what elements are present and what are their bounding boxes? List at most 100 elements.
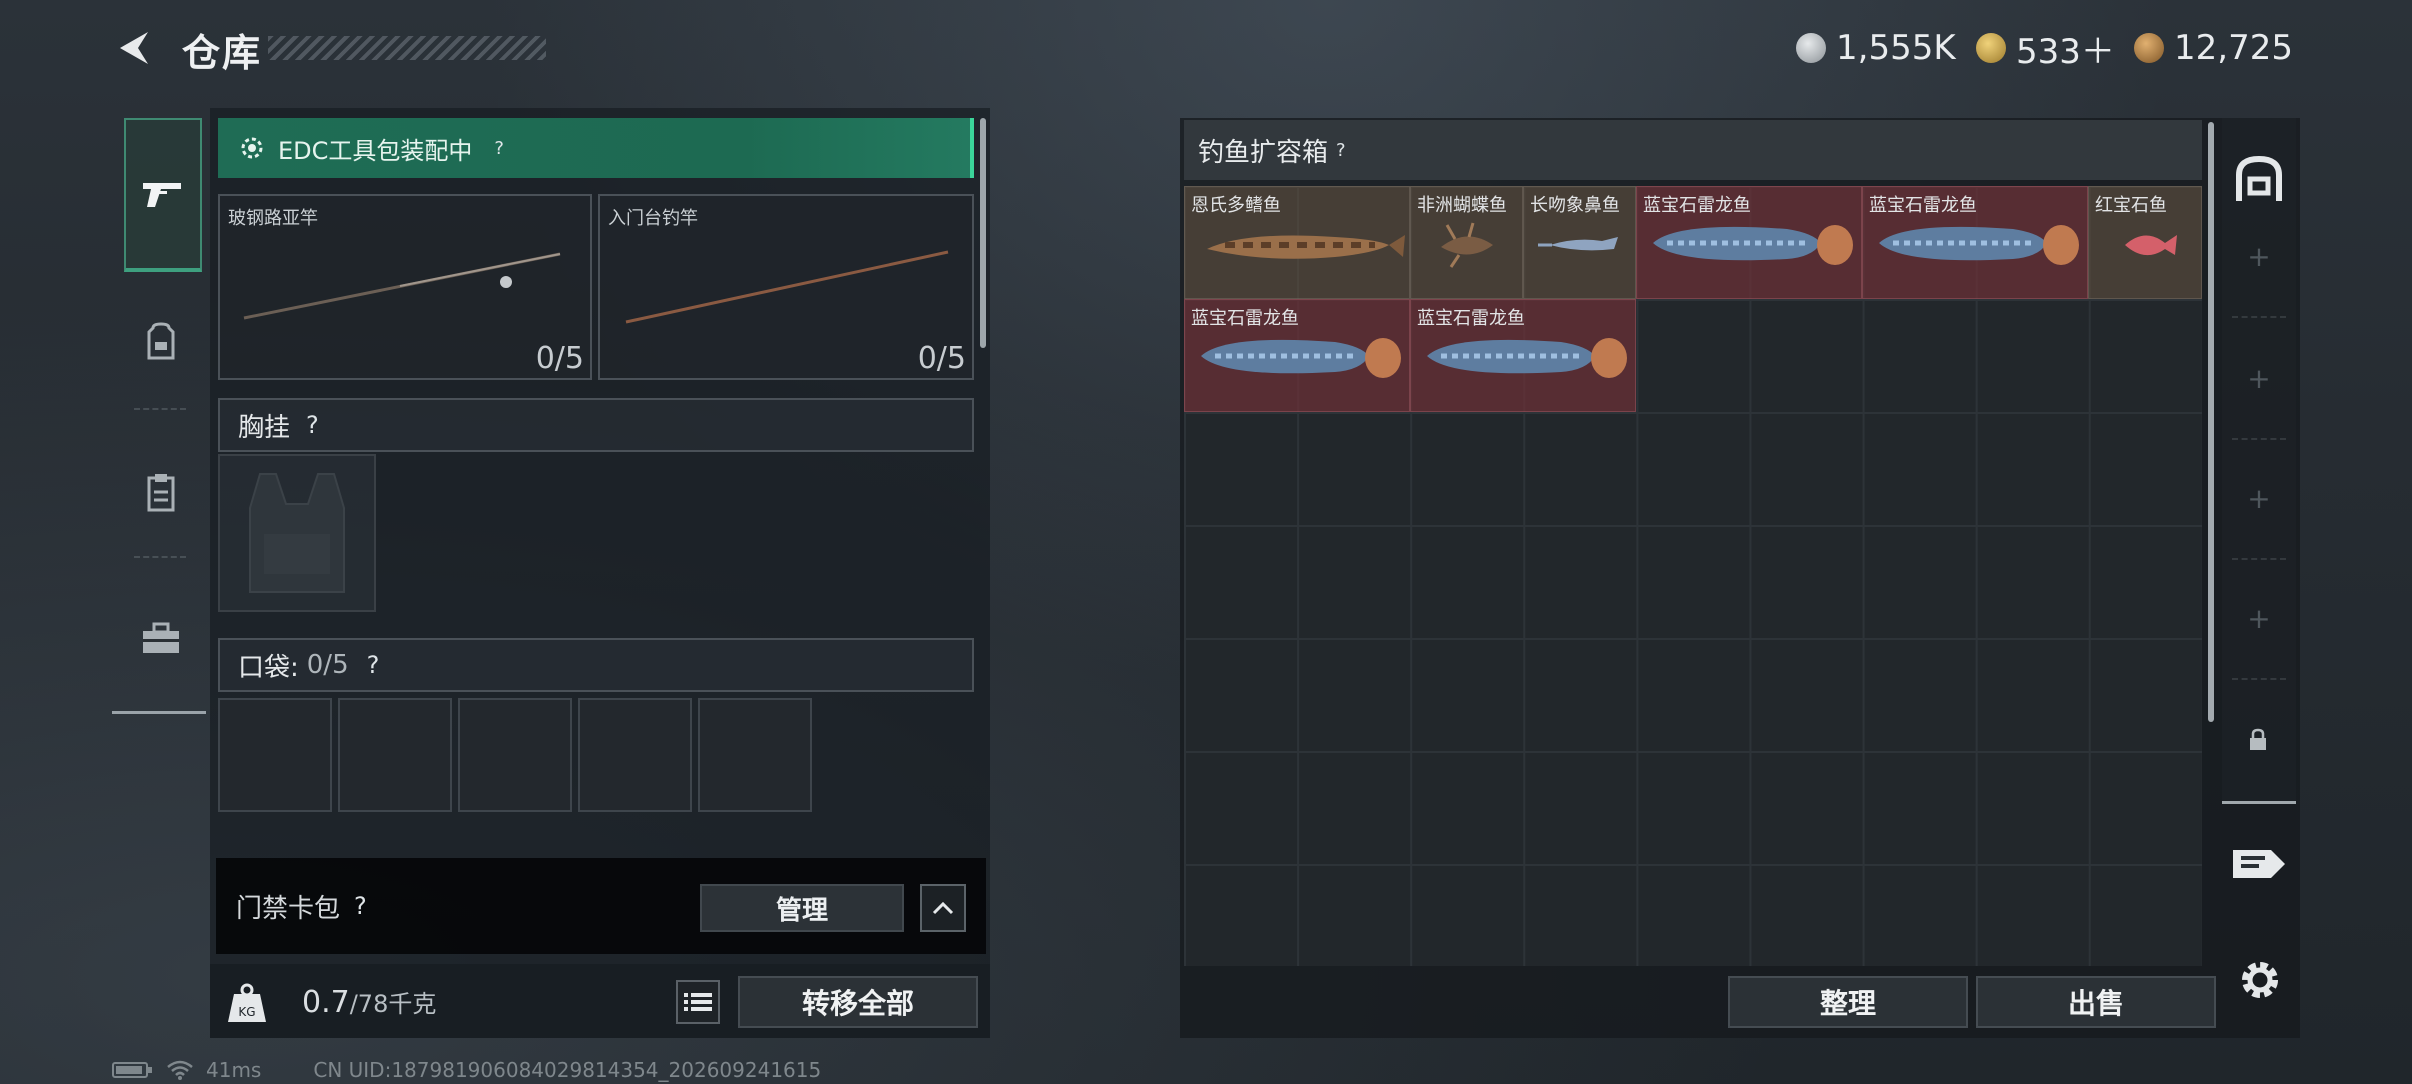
snakehead-fish-image (1879, 225, 2079, 265)
storage-scrollbar[interactable] (2208, 122, 2214, 722)
manage-button[interactable]: 管理 (700, 884, 904, 932)
edc-banner[interactable]: EDC工具包装配中 ? (218, 118, 974, 178)
pocket-count: 0/5 (306, 650, 349, 680)
weight-total: /78千克 (349, 990, 437, 1018)
price-tag-icon (2233, 850, 2285, 878)
storage-grid: 恩氏多鳍鱼 非洲蝴蝶鱼 长吻象鼻鱼 蓝宝石雷龙鱼 蓝宝石雷龙鱼 红宝石鱼 蓝宝石… (1184, 186, 2202, 966)
clipboard-icon (147, 474, 175, 512)
gear-icon (2242, 962, 2278, 998)
fish-item[interactable]: 非洲蝴蝶鱼 (1410, 186, 1523, 299)
tab-inventory[interactable] (124, 418, 198, 566)
rod-count: 0/5 (535, 341, 584, 376)
edc-banner-label: EDC工具包装配中 (278, 136, 473, 165)
chest-rig-label: 胸挂 (238, 412, 291, 443)
back-button[interactable] (112, 26, 156, 70)
fish-item[interactable]: 长吻象鼻鱼 (1523, 186, 1636, 299)
add-storage-icon[interactable]: + (2222, 362, 2296, 395)
pocket-label: 口袋: (238, 652, 299, 683)
add-storage-icon[interactable]: + (2222, 240, 2296, 273)
back-arrow-icon (120, 32, 148, 64)
fish-item[interactable]: 蓝宝石雷龙鱼 (1410, 299, 1636, 412)
page-title: 仓库 (182, 31, 263, 75)
weight-text: 0.7/78千克 (302, 984, 436, 1020)
rod-count: 0/5 (917, 341, 966, 376)
silver-coin-icon (1796, 33, 1826, 63)
fish-item[interactable]: 恩氏多鳍鱼 (1184, 186, 1410, 299)
vault-icon (2236, 155, 2282, 201)
fish-item[interactable]: 蓝宝石雷龙鱼 (1862, 186, 2088, 299)
equipment-scrollbar[interactable] (980, 118, 986, 348)
butterflyfish-image (1441, 222, 1493, 268)
access-card-label: 门禁卡包 (236, 893, 341, 924)
rod-slot-2[interactable]: 入门台钓竿 0/5 (598, 194, 974, 380)
sell-button[interactable]: 出售 (1976, 976, 2216, 1028)
add-storage-icon[interactable]: + (2222, 602, 2296, 635)
bronze-coin-icon (2134, 33, 2164, 63)
tab-toolbox[interactable] (124, 564, 198, 712)
currency-value: 12,725 (2174, 28, 2293, 68)
gold-triangle-coin-icon (1976, 33, 2006, 63)
pocket-slot[interactable] (578, 698, 692, 812)
ping-value: 41ms (206, 1058, 262, 1082)
status-bar: 41ms CN UID:187981906084029814354_202609… (112, 1058, 821, 1082)
pocket-header: 口袋: 0/5 ? (218, 638, 974, 692)
weight-icon: KG (224, 980, 270, 1026)
currency-gold[interactable]: 533＋ (1976, 26, 2115, 72)
fish-item[interactable]: 蓝宝石雷龙鱼 (1636, 186, 1862, 299)
transfer-all-button[interactable]: 转移全部 (738, 976, 978, 1028)
tab-backpack[interactable] (124, 268, 198, 416)
currency-value: 1,555K (1836, 28, 1956, 68)
collapse-button[interactable] (920, 884, 966, 932)
wifi-icon (167, 1060, 193, 1080)
settings-button[interactable] (2232, 952, 2288, 1008)
rod-slot-1[interactable]: 玻钢路亚竿 0/5 (218, 194, 592, 380)
backpack-icon (147, 322, 175, 360)
list-icon (684, 993, 712, 1011)
sort-button[interactable]: 整理 (1728, 976, 1968, 1028)
chest-rig-header: 胸挂 ? (218, 398, 974, 452)
weight-value: 0.7 (302, 985, 350, 1020)
tag-tab[interactable] (2226, 836, 2292, 892)
help-icon[interactable]: ? (354, 892, 367, 920)
pistol-icon (143, 183, 181, 207)
pocket-slot[interactable] (218, 698, 332, 812)
chevron-up-icon (932, 901, 954, 915)
currency-silver[interactable]: 1,555K (1796, 26, 1956, 70)
fish-item[interactable]: 蓝宝石雷龙鱼 (1184, 299, 1410, 412)
tab-weapon[interactable] (124, 118, 202, 272)
pocket-slot[interactable] (458, 698, 572, 812)
currency-value: 533＋ (2016, 31, 2115, 72)
fishing-rod-image (243, 252, 561, 320)
add-storage-icon[interactable]: + (2222, 482, 2296, 515)
lock-icon[interactable] (2240, 722, 2276, 758)
help-icon[interactable]: ? (367, 651, 380, 679)
storage-tabs: + + + + (2222, 118, 2296, 804)
snakehead-fish-image (1427, 338, 1627, 378)
bichir-fish-image (1207, 235, 1405, 259)
uid-text: CN UID:187981906084029814354_20260924161… (313, 1058, 822, 1082)
fishing-rod-image (625, 250, 949, 324)
chest-rig-slot[interactable] (218, 454, 376, 612)
ruby-fish-image (2125, 235, 2177, 256)
elephantnose-fish-image (1538, 237, 1618, 251)
snakehead-fish-image (1653, 225, 1853, 265)
snakehead-fish-image (1201, 338, 1401, 378)
help-icon[interactable]: ? (306, 411, 319, 439)
fish-item[interactable]: 红宝石鱼 (2088, 186, 2202, 299)
pocket-slot[interactable] (338, 698, 452, 812)
help-icon[interactable]: ? (494, 138, 504, 159)
currency-bronze[interactable]: 12,725 (2134, 26, 2293, 70)
toolbox-icon (143, 622, 179, 653)
category-tabs (112, 108, 206, 714)
title-decoration (268, 36, 546, 60)
list-view-button[interactable] (676, 980, 720, 1024)
pocket-slot[interactable] (698, 698, 812, 812)
svg-text:KG: KG (238, 1005, 255, 1019)
storage-title: 钓鱼扩容箱 (1198, 137, 1329, 168)
vault-tab[interactable] (2226, 140, 2292, 220)
vest-icon (249, 473, 345, 593)
gear-icon (241, 137, 263, 159)
battery-icon (112, 1062, 152, 1078)
storage-header: 钓鱼扩容箱 ? (1184, 120, 2202, 180)
help-icon[interactable]: ? (1336, 140, 1346, 161)
